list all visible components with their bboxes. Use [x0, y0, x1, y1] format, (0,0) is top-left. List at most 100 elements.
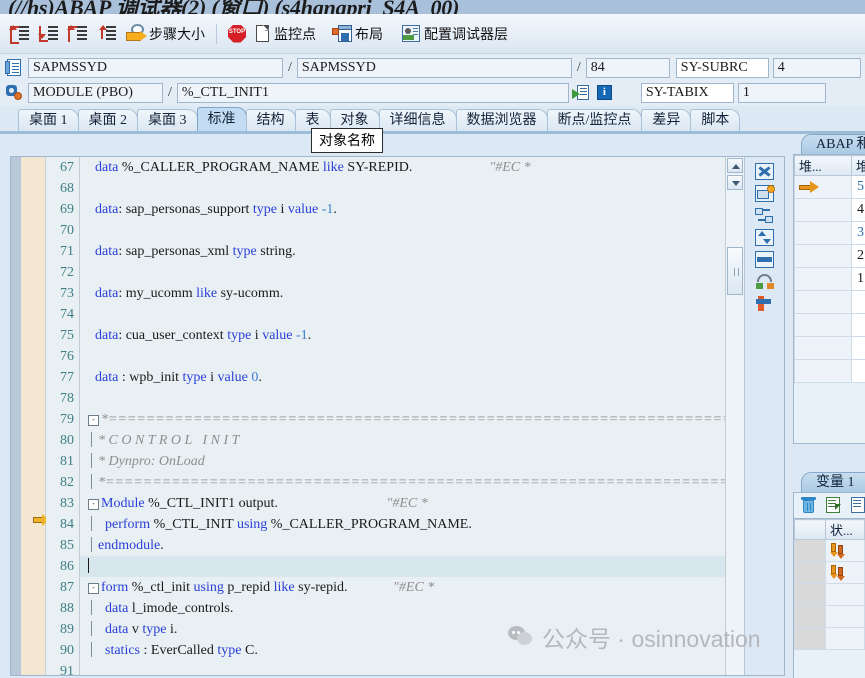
variables-row-select[interactable] — [794, 605, 826, 628]
variables-row-select[interactable] — [794, 561, 826, 584]
code-line[interactable]: data %_CALLER_PROGRAM_NAME like SY-REPID… — [80, 157, 744, 178]
gutter-marker[interactable] — [21, 451, 45, 472]
variables-row[interactable]: G1 — [794, 539, 865, 562]
gutter-marker[interactable] — [21, 640, 45, 661]
tab-8[interactable]: 数据浏览器 — [455, 109, 548, 132]
scroll-up-button[interactable] — [727, 158, 743, 173]
variables-row[interactable]: G1 — [794, 561, 865, 584]
toolbar-step-out[interactable] — [64, 18, 91, 50]
stack-panel-tab[interactable]: ABAP 和 — [801, 134, 865, 155]
gutter-marker[interactable] — [21, 535, 45, 556]
code-line[interactable]: - Module %_CTL_INIT1 output. "#EC * — [80, 493, 744, 514]
toolbar-run-to-cursor[interactable] — [93, 18, 120, 50]
code-line[interactable]: data : wpb_init type i value 0. — [80, 367, 744, 388]
stack-row[interactable]: 4 — [794, 198, 865, 222]
toolbar-stop[interactable]: STOP — [224, 18, 250, 50]
gutter-marker[interactable] — [21, 346, 45, 367]
variables-row-select[interactable] — [794, 583, 826, 606]
editor-stop-column[interactable] — [11, 157, 21, 675]
tab-2[interactable]: 桌面 3 — [137, 109, 198, 132]
source-code-editor[interactable]: 67 68 69 70 71 72 73 74 75 76 77 78 79 80 81 82 83 84 85 86… — [10, 156, 785, 676]
code-line[interactable]: statics : EverCalled type C. — [80, 640, 744, 661]
code-line[interactable]: data: sap_personas_support type i value … — [80, 199, 744, 220]
stack-col-1[interactable]: 堆栈 — [851, 155, 865, 176]
code-line[interactable]: perform %_CTL_INIT using %_CALLER_PROGRA… — [80, 514, 744, 535]
var-col-0[interactable] — [794, 519, 826, 540]
stack-row[interactable]: 3 — [794, 221, 865, 245]
gutter-marker[interactable] — [21, 619, 45, 640]
variables-row-select[interactable] — [794, 539, 826, 562]
trash-icon[interactable] — [799, 496, 819, 516]
code-line[interactable]: data: cua_user_context type i value -1. — [80, 325, 744, 346]
tab-3[interactable]: 标准 — [196, 107, 247, 132]
code-line[interactable]: - *======================================… — [80, 409, 767, 430]
tab-9[interactable]: 断点/监控点 — [546, 109, 643, 132]
insert-row-icon[interactable] — [824, 496, 844, 516]
toolbar-watchpoint[interactable]: 监控点 — [252, 18, 320, 50]
close-editor-icon[interactable] — [754, 162, 776, 182]
code-line[interactable] — [80, 388, 744, 409]
stack-row[interactable] — [794, 290, 865, 314]
line-number-field[interactable]: 84 — [585, 58, 670, 78]
toolbar-step-into[interactable] — [6, 18, 33, 50]
code-line[interactable]: * C O N T R O L I N I T — [80, 430, 744, 451]
gutter-marker[interactable] — [21, 241, 45, 262]
toolbar-step-over[interactable] — [35, 18, 62, 50]
gutter-marker[interactable] — [21, 577, 45, 598]
code-line[interactable] — [80, 661, 744, 675]
gutter-marker[interactable] — [21, 325, 45, 346]
gutter-marker[interactable] — [21, 598, 45, 619]
gutter-marker[interactable] — [21, 388, 45, 409]
tab-1[interactable]: 桌面 2 — [77, 109, 138, 132]
gutter-marker[interactable] — [21, 493, 45, 514]
gutter-marker[interactable] — [21, 661, 45, 675]
gutter-marker[interactable] — [21, 367, 45, 388]
stack-row[interactable] — [794, 359, 865, 383]
gutter-marker[interactable] — [21, 472, 45, 493]
gutter-marker[interactable] — [21, 220, 45, 241]
new-window-icon[interactable] — [754, 184, 776, 204]
code-line[interactable] — [80, 178, 744, 199]
maximize-icon[interactable] — [754, 228, 776, 248]
code-line[interactable]: * Dynpro: OnLoad — [80, 451, 744, 472]
stack-row[interactable] — [794, 336, 865, 360]
tab-0[interactable]: 桌面 1 — [18, 109, 79, 132]
code-line[interactable] — [80, 262, 744, 283]
variables-panel-tab[interactable]: 变量 1 — [801, 472, 865, 493]
code-line[interactable]: data: my_ucomm like sy-ucomm. — [80, 283, 744, 304]
stack-row[interactable]: 5 — [794, 175, 865, 199]
variables-row[interactable] — [794, 583, 865, 606]
code-line[interactable] — [80, 304, 744, 325]
code-line[interactable]: - form %_ctl_init using p_repid like sy-r… — [80, 577, 744, 598]
swap-panes-icon[interactable] — [754, 206, 776, 226]
stack-row[interactable]: 1 — [794, 267, 865, 291]
toolbar-layout[interactable]: 布局 — [328, 18, 387, 50]
gutter-marker[interactable] — [21, 304, 45, 325]
tab-7[interactable]: 详细信息 — [378, 109, 457, 132]
code-line[interactable]: *=======================================… — [80, 472, 764, 493]
scroll-down-button[interactable] — [727, 175, 743, 190]
gutter-marker[interactable] — [21, 283, 45, 304]
tab-11[interactable]: 脚本 — [690, 109, 741, 132]
code-line[interactable]: data l_imode_controls. — [80, 598, 744, 619]
variables-row[interactable] — [794, 605, 865, 628]
var-col-1[interactable]: 状... — [825, 519, 865, 540]
code-line[interactable]: data v type i. — [80, 619, 744, 640]
editor-vertical-scrollbar[interactable] — [725, 157, 744, 675]
variables-row-select[interactable] — [794, 627, 826, 650]
goto-source-icon[interactable] — [571, 84, 591, 102]
program-field[interactable]: SAPMSSYD — [28, 58, 283, 78]
tab-10[interactable]: 差异 — [641, 109, 692, 132]
event-type-field[interactable]: MODULE (PBO) — [28, 83, 163, 103]
code-line[interactable] — [80, 556, 744, 577]
code-line[interactable] — [80, 220, 744, 241]
undo-redo-icon[interactable] — [754, 272, 776, 292]
gutter-marker[interactable] — [21, 409, 45, 430]
stack-row[interactable] — [794, 313, 865, 337]
info-icon[interactable]: i — [596, 85, 613, 101]
editor-marker-gutter[interactable] — [21, 157, 50, 675]
gutter-marker[interactable] — [21, 157, 45, 178]
code-line[interactable]: data: sap_personas_xml type string. — [80, 241, 744, 262]
toolbar-configure-debugger[interactable]: 配置调试器层 — [397, 18, 512, 50]
variables-row[interactable] — [794, 627, 865, 650]
